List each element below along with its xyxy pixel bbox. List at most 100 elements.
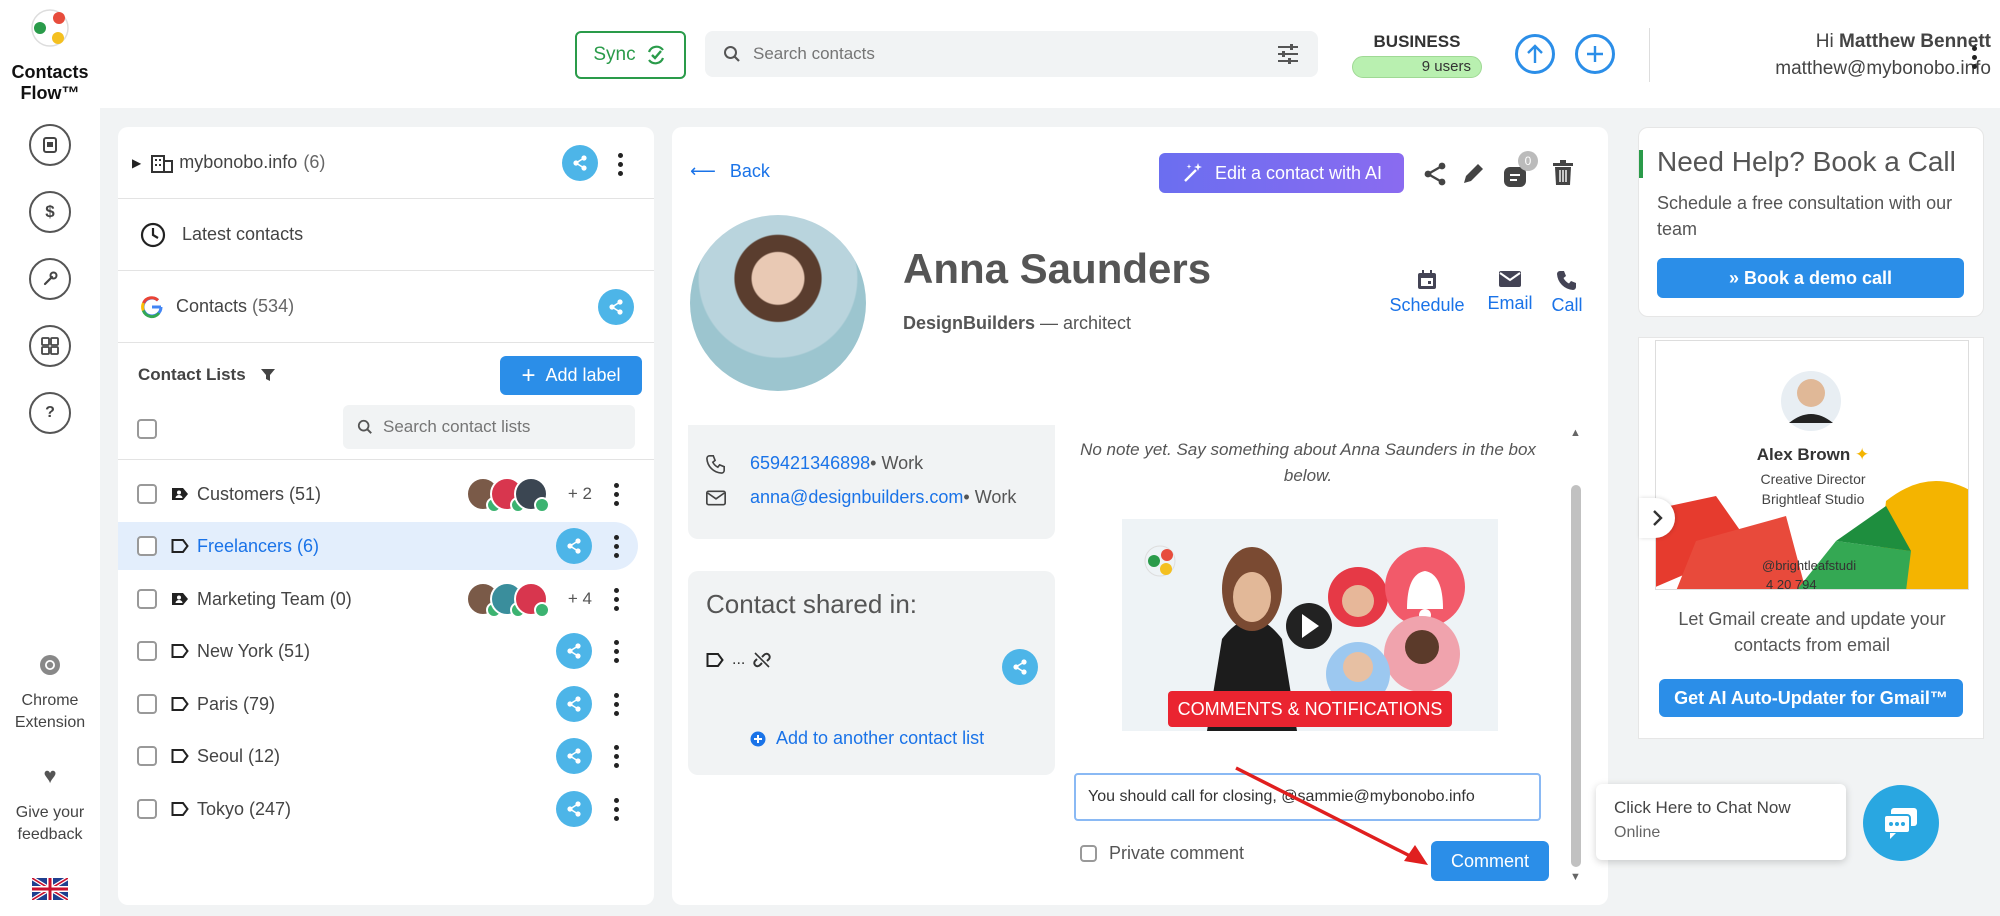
upgrade-arrow-icon[interactable] (1515, 34, 1555, 74)
notes-icon[interactable]: 0 (1502, 151, 1538, 189)
user-info[interactable]: Hi Matthew Bennett matthew@mybonobo.info (1645, 28, 1991, 82)
list-checkbox[interactable] (137, 799, 157, 819)
filter-sliders-icon[interactable] (1276, 43, 1300, 65)
list-menu-kebab-icon[interactable] (612, 534, 620, 558)
list-item[interactable]: Seoul (12) (118, 732, 638, 780)
contact-lists-title: Contact Lists (138, 365, 246, 384)
shared-users-avatars[interactable] (465, 477, 550, 513)
chat-bubble-icon[interactable] (1863, 785, 1939, 861)
label-tag-icon (171, 749, 189, 763)
add-plus-icon[interactable] (1575, 34, 1615, 74)
phone-row: 659421346898 • Work (706, 453, 923, 474)
list-menu-kebab-icon[interactable] (612, 482, 620, 506)
back-link[interactable]: ⟵ Back (690, 161, 770, 182)
list-search-input[interactable] (383, 417, 623, 437)
share-icon[interactable] (562, 145, 598, 181)
plan-badge[interactable]: BUSINESS 9 users (1352, 32, 1482, 78)
share-icon[interactable] (556, 738, 592, 774)
list-checkbox[interactable] (137, 694, 157, 714)
app-logo-icon (30, 8, 70, 48)
share-icon[interactable] (598, 289, 634, 325)
schedule-button[interactable]: Schedule (1382, 269, 1472, 316)
add-to-list-link[interactable]: Add to another contact list (750, 728, 984, 749)
list-item[interactable]: Customers (51) + 2 (118, 470, 638, 518)
contacts-book-icon[interactable] (29, 124, 71, 166)
building-icon (151, 154, 174, 173)
email-button[interactable]: Email (1480, 269, 1540, 314)
select-all-checkbox[interactable] (137, 419, 157, 439)
shared-users-avatars[interactable] (465, 582, 550, 618)
label-tag-icon (171, 644, 189, 658)
list-item[interactable]: Tokyo (247) (118, 785, 638, 833)
chrome-extension-link[interactable]: Chrome Extension (4, 690, 96, 734)
list-checkbox[interactable] (137, 589, 157, 609)
heart-icon[interactable]: ♥ (39, 765, 61, 787)
unlink-icon[interactable] (753, 651, 771, 669)
scrollbar-thumb[interactable] (1571, 485, 1581, 867)
user-menu-kebab-icon[interactable] (1970, 46, 1978, 69)
comment-button[interactable]: Comment (1431, 841, 1549, 881)
help-icon[interactable]: ? (29, 392, 71, 434)
caret-right-icon[interactable]: ▶ (132, 156, 141, 170)
card-details: Creative Director Brightleaf Studio (1656, 469, 1968, 509)
uk-flag-icon[interactable] (32, 878, 68, 900)
tutorial-video-thumbnail[interactable]: COMMENTS & NOTIFICATIONS (1122, 519, 1498, 731)
book-demo-button[interactable]: » Book a demo call (1657, 258, 1964, 298)
chat-prompt[interactable]: Click Here to Chat Now Online (1596, 784, 1846, 860)
list-menu-kebab-icon[interactable] (612, 587, 620, 611)
help-description: Schedule a free consultation with our te… (1657, 193, 1953, 239)
list-menu-kebab-icon[interactable] (612, 797, 620, 821)
billing-icon[interactable]: $ (29, 191, 71, 233)
scrollbar[interactable]: ▲ ▼ (1570, 427, 1582, 883)
chrome-icon[interactable] (39, 654, 61, 676)
google-contacts-row[interactable]: Contacts (534) (118, 271, 654, 343)
domain-menu-kebab-icon[interactable] (616, 153, 624, 176)
share-icon[interactable] (556, 528, 592, 564)
trash-icon[interactable] (1552, 160, 1574, 186)
list-checkbox[interactable] (137, 746, 157, 766)
scroll-down-icon[interactable]: ▼ (1570, 871, 1581, 883)
list-menu-kebab-icon[interactable] (612, 639, 620, 663)
list-menu-kebab-icon[interactable] (612, 744, 620, 768)
shared-in-item[interactable]: ... (706, 651, 771, 669)
list-checkbox[interactable] (137, 484, 157, 504)
latest-contacts-row[interactable]: Latest contacts (118, 199, 654, 271)
gmail-updater-button[interactable]: Get AI Auto-Updater for Gmail™ (1659, 679, 1963, 717)
list-item-selected[interactable]: Freelancers (6) (118, 522, 638, 570)
call-button[interactable]: Call (1542, 269, 1592, 316)
no-note-text: No note yet. Say something about Anna Sa… (1080, 440, 1536, 485)
share-icon[interactable] (1002, 649, 1038, 685)
email-link[interactable]: anna@designbuilders.com (750, 487, 963, 508)
search-input[interactable] (753, 44, 1276, 64)
contacts-label: Contacts (176, 296, 248, 316)
list-checkbox[interactable] (137, 536, 157, 556)
private-comment-checkbox[interactable] (1080, 845, 1097, 862)
share-icon[interactable] (556, 686, 592, 722)
edit-pencil-icon[interactable] (1460, 161, 1486, 187)
list-checkbox[interactable] (137, 641, 157, 661)
list-label: New York (51) (197, 640, 311, 661)
top-header: Sync BUSINESS 9 users Hi Matthew Bennett… (100, 0, 2000, 108)
add-label-button[interactable]: + Add label (500, 356, 642, 395)
book-demo-label: » Book a demo call (1728, 267, 1893, 288)
apps-grid-icon[interactable] (29, 325, 71, 367)
domain-row[interactable]: ▶ mybonobo.info (6) (118, 127, 654, 199)
phone-link[interactable]: 659421346898 (750, 453, 870, 474)
scroll-up-icon[interactable]: ▲ (1570, 427, 1581, 439)
wrench-icon[interactable] (29, 258, 71, 300)
list-item[interactable]: Marketing Team (0) + 4 (118, 575, 638, 623)
schedule-label: Schedule (1389, 295, 1465, 315)
private-comment-row: Private comment (1080, 843, 1244, 864)
list-menu-kebab-icon[interactable] (612, 692, 620, 716)
edit-with-ai-button[interactable]: Edit a contact with AI (1159, 153, 1404, 193)
list-item[interactable]: Paris (79) (118, 680, 638, 728)
chat-status: Online (1614, 824, 1661, 841)
share-icon[interactable] (1422, 161, 1448, 187)
feedback-link[interactable]: Give your feedback (4, 802, 96, 846)
share-icon[interactable] (556, 791, 592, 827)
share-icon[interactable] (556, 633, 592, 669)
contact-company-title: DesignBuilders — architect (903, 313, 1131, 334)
list-item[interactable]: New York (51) (118, 627, 638, 675)
filter-icon[interactable] (260, 367, 276, 383)
sync-button[interactable]: Sync (575, 31, 686, 79)
